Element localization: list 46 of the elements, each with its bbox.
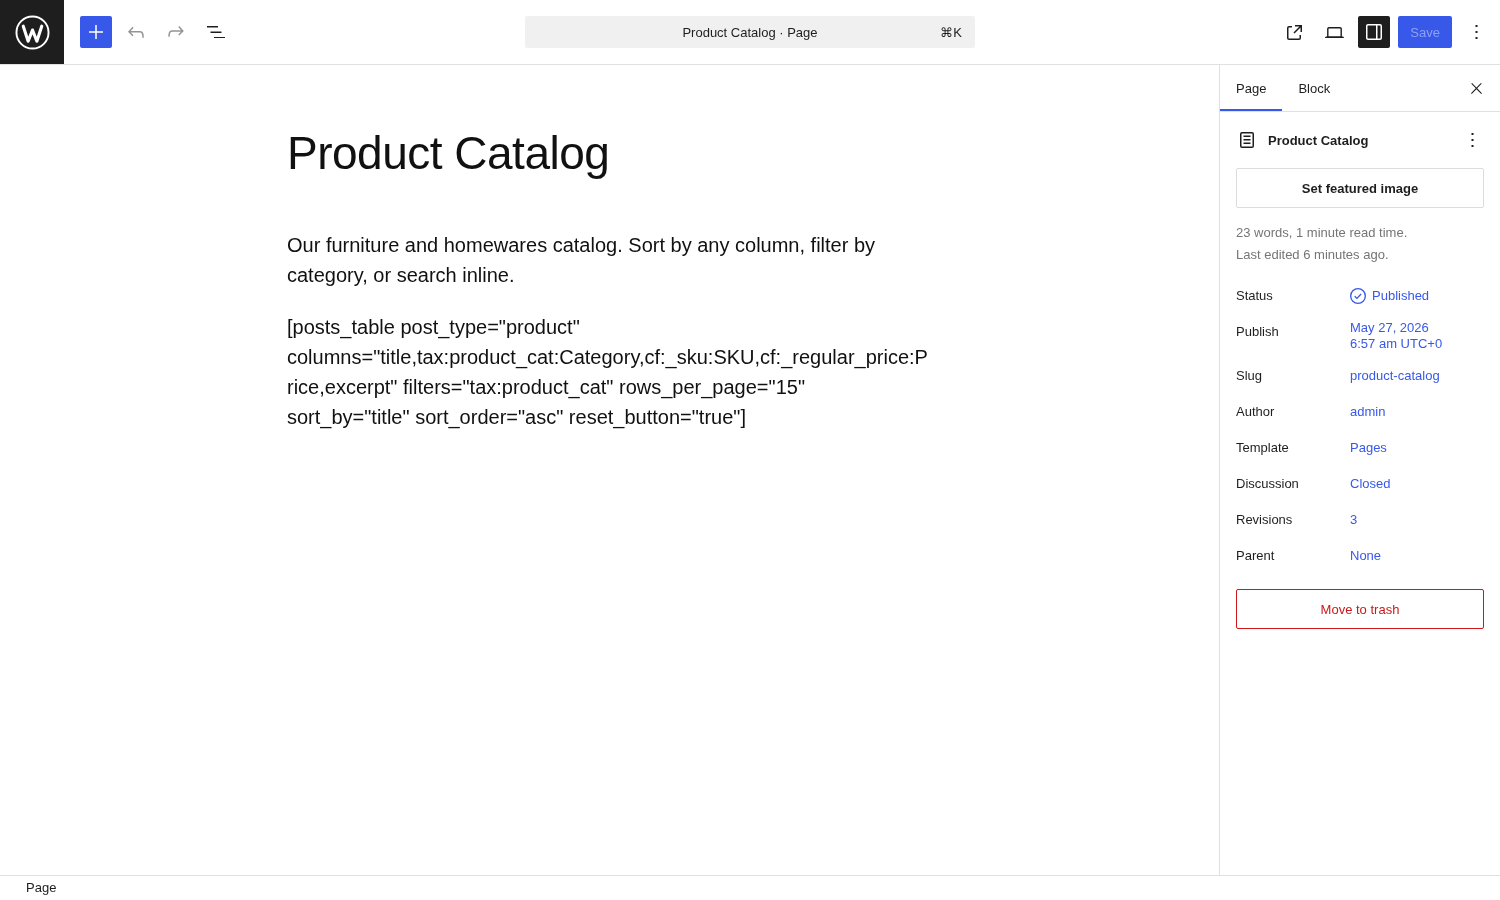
undo-icon	[128, 26, 144, 38]
breadcrumb-link[interactable]: Page	[24, 879, 59, 897]
w-logo-icon	[14, 14, 50, 50]
field-value-link[interactable]: Closed	[1350, 466, 1391, 502]
command-bar[interactable]: Product Catalog · Page ⌘K	[525, 16, 975, 48]
page-title[interactable]: Product Catalog	[287, 125, 932, 181]
field-value-link[interactable]: 3	[1350, 502, 1358, 538]
paragraph[interactable]: [posts_table post_type="product" columns="title,tax:product_cat:Category,cf:_sku:SKU,cf:_regular_price:Price,excerpt" filters="tax:product_cat" rows_per_page="15" sort_by="title" sort_order="asc" reset_button="true"]	[287, 312, 932, 432]
site-logo-button[interactable]	[0, 0, 64, 64]
check-circle-icon	[1350, 288, 1366, 304]
field-label: Parent	[1236, 547, 1276, 565]
post-stats-text: Last edited 6 minutes ago.	[1236, 246, 1390, 264]
document-title: Product Catalog	[1268, 132, 1369, 148]
sidebar-tab[interactable]: Page	[1220, 65, 1283, 111]
field-value-link[interactable]: None	[1350, 538, 1382, 574]
field-label: Status	[1236, 287, 1274, 305]
field-value-link[interactable]: May 27, 2026 6:57 am UTC+0	[1350, 314, 1454, 358]
field-value-link[interactable]: product-catalog	[1350, 358, 1440, 394]
sidebar-icon	[1366, 24, 1383, 40]
field-label: Author	[1236, 403, 1276, 421]
field-value-link[interactable]: Pages	[1350, 430, 1387, 466]
redo-icon	[168, 26, 184, 38]
field-label: Template	[1236, 439, 1290, 457]
more-vertical-icon	[1470, 133, 1474, 147]
close-icon	[1470, 82, 1482, 94]
document-title: Product Catalog · Page	[682, 24, 818, 40]
field-label: Revisions	[1236, 511, 1294, 529]
laptop-icon	[1324, 26, 1344, 38]
keyboard-shortcut: ⌘K	[940, 24, 962, 40]
sidebar-tab[interactable]: Block	[1282, 65, 1347, 111]
paragraph[interactable]: Our furniture and homewares catalog. Sort by any column, filter by category, or search inline.	[287, 230, 932, 290]
plus-icon	[89, 25, 103, 39]
list-view-icon	[207, 25, 225, 39]
add-block-button[interactable]	[80, 16, 112, 48]
field-value-link[interactable]: admin	[1350, 394, 1386, 430]
field-label: Discussion	[1236, 475, 1300, 493]
set-featured-image-button[interactable]: Set featured image	[1236, 168, 1484, 208]
more-vertical-icon	[1474, 25, 1478, 39]
page-icon	[1240, 132, 1254, 148]
settings-toggle-button[interactable]	[1358, 16, 1391, 48]
post-stats-text: 23 words, 1 minute read time.	[1236, 224, 1409, 242]
external-link-icon	[1286, 24, 1302, 40]
field-label: Publish	[1236, 323, 1280, 341]
field-label: Slug	[1236, 367, 1264, 385]
move-to-trash-button[interactable]: Move to trash	[1236, 589, 1484, 629]
status-button[interactable]: Published	[1350, 278, 1430, 314]
